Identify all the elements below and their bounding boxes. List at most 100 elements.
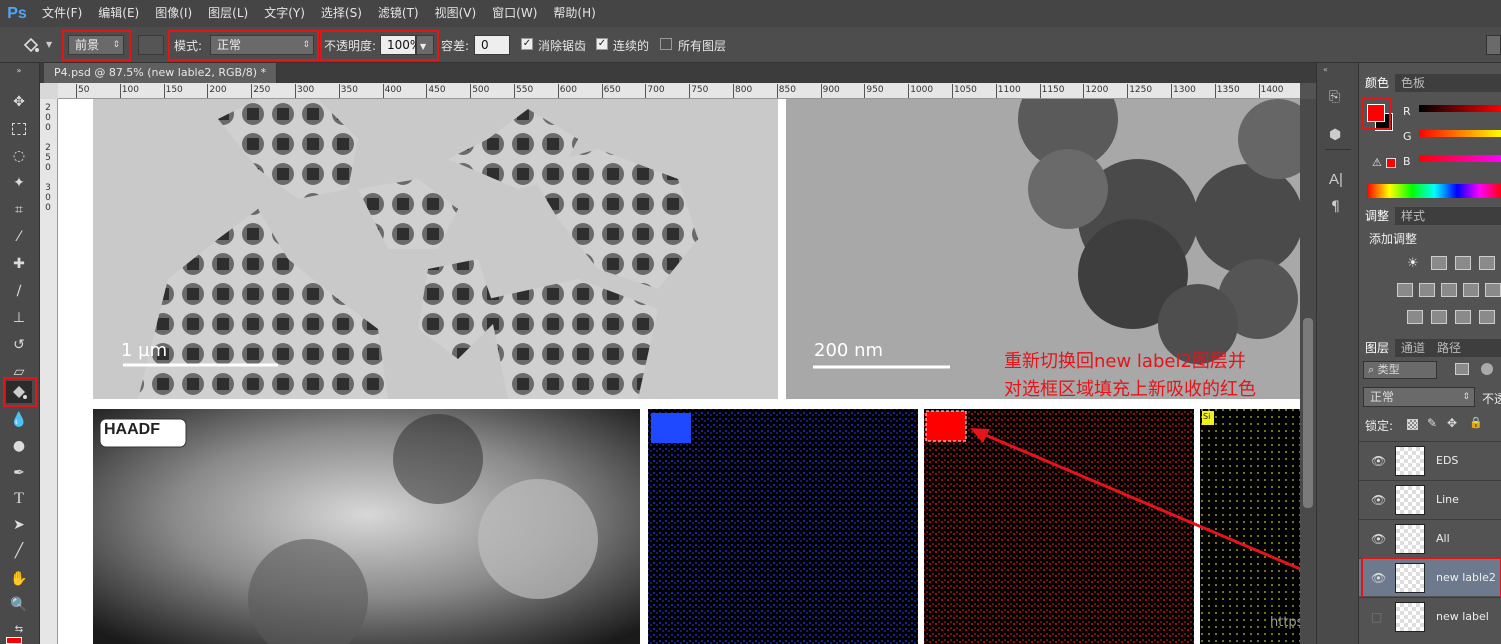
hand-tool-icon[interactable]: ✋ bbox=[6, 568, 32, 590]
layer-row[interactable]: 👁 EDS bbox=[1359, 441, 1501, 479]
invert-icon[interactable] bbox=[1407, 310, 1423, 324]
layer-filter-select[interactable]: ⌕ 类型 bbox=[1363, 361, 1437, 379]
gamut-swatch[interactable] bbox=[1386, 158, 1396, 168]
vibrance-icon[interactable] bbox=[1397, 283, 1413, 297]
visibility-eye-icon[interactable]: □ bbox=[1371, 610, 1382, 624]
channel-b-slider[interactable] bbox=[1419, 155, 1501, 162]
lock-pixels-icon[interactable]: ✎ bbox=[1427, 416, 1437, 430]
3d-panel-icon[interactable]: ⬢ bbox=[1329, 127, 1341, 143]
black-white-icon[interactable] bbox=[1441, 283, 1457, 297]
ruler-tick-mark bbox=[557, 84, 559, 98]
lock-position-icon[interactable]: ✥ bbox=[1447, 416, 1457, 430]
menu-select[interactable]: 选择(S) bbox=[313, 0, 370, 27]
pattern-picker[interactable] bbox=[138, 35, 164, 55]
antialias-checkbox[interactable]: ✓ bbox=[521, 38, 533, 50]
add-adjustment-label: 添加调整 bbox=[1369, 232, 1418, 246]
tab-channels[interactable]: 通道 bbox=[1395, 339, 1431, 357]
lock-all-icon[interactable]: 🔒 bbox=[1469, 416, 1483, 429]
blur-tool-icon[interactable]: 💧 bbox=[6, 409, 32, 431]
line-tool-icon[interactable]: ╱ bbox=[6, 540, 32, 562]
menu-window[interactable]: 窗口(W) bbox=[484, 0, 545, 27]
pen-tool-icon[interactable]: ✒ bbox=[6, 462, 32, 484]
marquee-tool-icon[interactable] bbox=[6, 118, 32, 140]
paint-bucket-preset-icon[interactable] bbox=[20, 34, 42, 56]
channel-mixer-icon[interactable] bbox=[1485, 283, 1501, 297]
curves-icon[interactable] bbox=[1455, 256, 1471, 270]
tab-layers[interactable]: 图层 bbox=[1359, 339, 1396, 357]
layer-row[interactable]: 👁 Line bbox=[1359, 480, 1501, 518]
eyedropper-tool-icon[interactable]: ⁄ bbox=[6, 226, 32, 248]
channel-r-slider[interactable] bbox=[1419, 105, 1501, 112]
visibility-eye-icon[interactable]: 👁 bbox=[1371, 532, 1386, 546]
healing-brush-tool-icon[interactable]: ✚ bbox=[6, 253, 32, 275]
history-brush-tool-icon[interactable]: ↺ bbox=[6, 334, 32, 356]
move-tool-icon[interactable]: ✥ bbox=[6, 91, 32, 113]
menu-image[interactable]: 图像(I) bbox=[147, 0, 200, 27]
lock-transparency-icon[interactable] bbox=[1407, 419, 1418, 430]
path-selection-tool-icon[interactable]: ➤ bbox=[6, 514, 32, 536]
layer-name[interactable]: Line bbox=[1436, 493, 1459, 506]
color-spectrum-bar[interactable] bbox=[1367, 184, 1501, 198]
paragraph-panel-icon[interactable]: ¶ bbox=[1331, 199, 1340, 215]
tab-adjustments[interactable]: 调整 bbox=[1359, 207, 1396, 225]
menu-help[interactable]: 帮助(H) bbox=[545, 0, 603, 27]
posterize-icon[interactable] bbox=[1431, 310, 1447, 324]
layer-name[interactable]: All bbox=[1436, 532, 1450, 545]
menu-filter[interactable]: 滤镜(T) bbox=[370, 0, 427, 27]
blend-mode-select[interactable]: 正常 ⇕ bbox=[1363, 387, 1475, 407]
foreground-color-swatch[interactable] bbox=[6, 637, 22, 644]
zoom-tool-icon[interactable]: 🔍 bbox=[6, 594, 32, 616]
workspace-button[interactable] bbox=[1486, 35, 1501, 55]
brush-tool-icon[interactable]: ∕ bbox=[6, 280, 32, 302]
ruler-tick-label: 950 bbox=[866, 85, 884, 95]
vertical-scrollbar-thumb[interactable] bbox=[1303, 318, 1313, 508]
menu-layer[interactable]: 图层(L) bbox=[200, 0, 256, 27]
exposure-icon[interactable] bbox=[1479, 256, 1495, 270]
layer-name[interactable]: EDS bbox=[1436, 454, 1458, 467]
lasso-tool-icon[interactable]: ◌ bbox=[6, 145, 32, 167]
photo-filter-icon[interactable] bbox=[1463, 283, 1479, 297]
collapse-arrows-icon[interactable]: « bbox=[1323, 65, 1328, 74]
channel-g-slider[interactable] bbox=[1419, 130, 1501, 137]
preset-chevron-down-icon[interactable]: ▼ bbox=[46, 40, 52, 49]
document-canvas[interactable]: 1 µm 200 nm HAADF Si 重新切换回new label2图层并 … bbox=[58, 99, 1300, 644]
visibility-eye-icon[interactable]: 👁 bbox=[1371, 493, 1386, 507]
filter-pixel-icon[interactable] bbox=[1455, 363, 1469, 375]
all-layers-checkbox[interactable] bbox=[660, 38, 672, 50]
gradient-map-icon[interactable] bbox=[1479, 310, 1495, 324]
eds-map-yellow bbox=[1200, 409, 1300, 644]
menu-view[interactable]: 视图(V) bbox=[427, 0, 485, 27]
magic-wand-tool-icon[interactable]: ✦ bbox=[6, 172, 32, 194]
collapse-arrows-icon[interactable]: » bbox=[6, 65, 32, 75]
visibility-eye-icon[interactable]: 👁 bbox=[1371, 454, 1386, 468]
dodge-tool-icon[interactable]: ● bbox=[6, 435, 32, 457]
layer-row[interactable]: 👁 All bbox=[1359, 519, 1501, 557]
threshold-icon[interactable] bbox=[1455, 310, 1471, 324]
menu-edit[interactable]: 编辑(E) bbox=[90, 0, 147, 27]
levels-icon[interactable] bbox=[1431, 256, 1447, 270]
menu-file[interactable]: 文件(F) bbox=[34, 0, 90, 27]
document-tab[interactable]: P4.psd @ 87.5% (new lable2, RGB/8) * bbox=[44, 63, 278, 83]
gamut-warning-icon[interactable]: ⚠ bbox=[1372, 156, 1382, 169]
menu-type[interactable]: 文字(Y) bbox=[256, 0, 313, 27]
blue-swatch bbox=[651, 413, 691, 443]
ruler-tick-label: 1300 bbox=[1173, 85, 1196, 95]
foreground-color-chip[interactable] bbox=[1367, 104, 1385, 122]
tolerance-input[interactable]: 0 bbox=[474, 35, 510, 55]
tab-color[interactable]: 颜色 bbox=[1359, 74, 1396, 92]
color-balance-icon[interactable] bbox=[1419, 283, 1435, 297]
layers-panel-tabs: 图层 通道 路径 bbox=[1359, 339, 1501, 357]
tab-paths[interactable]: 路径 bbox=[1431, 339, 1467, 357]
clone-stamp-tool-icon[interactable]: ⊥ bbox=[6, 307, 32, 329]
tab-swatches[interactable]: 色板 bbox=[1395, 74, 1431, 92]
contiguous-checkbox[interactable]: ✓ bbox=[596, 38, 608, 50]
history-panel-icon[interactable]: ⎘ bbox=[1329, 89, 1340, 105]
tab-styles[interactable]: 样式 bbox=[1395, 207, 1431, 225]
brightness-icon[interactable]: ☀ bbox=[1407, 256, 1423, 271]
crop-tool-icon[interactable]: ⌗ bbox=[6, 199, 32, 221]
layer-name[interactable]: new label bbox=[1436, 610, 1489, 623]
character-panel-icon[interactable]: A| bbox=[1329, 171, 1343, 188]
layer-row[interactable]: □ new label bbox=[1359, 597, 1501, 635]
type-tool-icon[interactable]: T bbox=[6, 488, 32, 510]
filter-adjustment-icon[interactable] bbox=[1481, 363, 1493, 375]
